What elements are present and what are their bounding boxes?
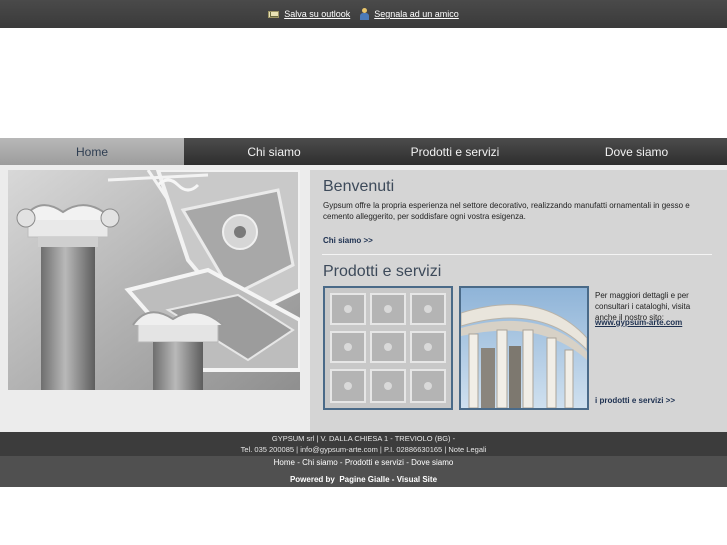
save-outlook-link[interactable]: Salva su outlook (268, 9, 350, 19)
footer-link-prodotti[interactable]: Prodotti e servizi (345, 458, 404, 467)
content-area: Benvenuti Gypsum offre la propria esperi… (0, 165, 727, 432)
footer-tel-link[interactable]: Tel. 035 200085 (241, 445, 294, 454)
chi-siamo-link[interactable]: Chi siamo >> (323, 236, 373, 245)
sep: - (339, 458, 343, 467)
ceiling-columns-illustration (8, 170, 300, 390)
products-title: Prodotti e servizi (323, 263, 442, 280)
site-link[interactable]: www.gypsum-arte.com (595, 318, 682, 327)
welcome-title: Benvenuti (323, 178, 395, 195)
powered-prefix: Powered by (289, 475, 335, 484)
sep: - (391, 475, 395, 484)
sep: | (296, 445, 299, 454)
footer-contacts: Tel. 035 200085 | info@gypsum-arte.com |… (0, 444, 727, 455)
colonnade-illustration (461, 288, 587, 408)
footer-email-link[interactable]: info@gypsum-arte.com (300, 445, 378, 454)
main-nav: Home Chi siamo Prodotti e servizi Dove s… (0, 138, 727, 165)
powered-by: Powered by Pagine Gialle - Visual Site (0, 474, 727, 486)
footer-links: Home - Chi siamo - Prodotti e servizi - … (0, 456, 727, 469)
colonnade-thumbnail[interactable] (459, 286, 589, 410)
sep: | (379, 445, 382, 454)
right-panel: Benvenuti Gypsum offre la propria esperi… (310, 170, 727, 432)
nav-item-dove-siamo[interactable]: Dove siamo (546, 138, 727, 165)
products-link[interactable]: i prodotti e servizi >> (595, 396, 675, 405)
tell-friend-label: Segnala ad un amico (374, 9, 459, 19)
footer-info: GYPSUM srl | V. DALLA CHIESA 1 - TREVIOL… (0, 432, 727, 456)
tell-friend-link[interactable]: Segnala ad un amico (360, 8, 459, 20)
sep: - (297, 458, 300, 467)
nav-item-prodotti[interactable]: Prodotti e servizi (364, 138, 546, 165)
nav-item-chi-siamo[interactable]: Chi siamo (184, 138, 364, 165)
footer-legal-link[interactable]: Note Legali (448, 445, 486, 454)
pagine-gialle-link[interactable]: Pagine Gialle (339, 475, 389, 484)
footer-link-chi-siamo[interactable]: Chi siamo (302, 458, 338, 467)
nav-item-home[interactable]: Home (0, 138, 184, 165)
envelope-icon (268, 10, 280, 18)
nav-label-home: Home (75, 144, 108, 159)
footer-nav: Home - Chi siamo - Prodotti e servizi - … (0, 456, 727, 487)
visual-site-link[interactable]: Visual Site (397, 475, 437, 484)
divider (322, 254, 712, 255)
ceiling-tiles-illustration (325, 288, 451, 408)
footer-link-home[interactable]: Home (274, 458, 295, 467)
person-icon (360, 8, 370, 20)
top-bar: Salva su outlook Segnala ad un amico (0, 0, 727, 28)
footer-link-dove-siamo[interactable]: Dove siamo (411, 458, 453, 467)
ceiling-thumbnail[interactable] (323, 286, 453, 410)
save-outlook-label: Salva su outlook (284, 9, 351, 19)
nav-label-prodotti: Prodotti e servizi (410, 144, 500, 159)
sep: - (406, 458, 409, 467)
nav-label-chi-siamo: Chi siamo (247, 144, 301, 159)
welcome-text: Gypsum offre la propria esperienza nel s… (323, 201, 690, 221)
footer-piva: P.I. 02886630165 (383, 445, 443, 454)
sep: | (444, 445, 447, 454)
nav-label-dove-siamo: Dove siamo (604, 144, 669, 159)
hero-image (8, 170, 300, 390)
footer-company: GYPSUM srl | V. DALLA CHIESA 1 - TREVIOL… (271, 434, 456, 443)
